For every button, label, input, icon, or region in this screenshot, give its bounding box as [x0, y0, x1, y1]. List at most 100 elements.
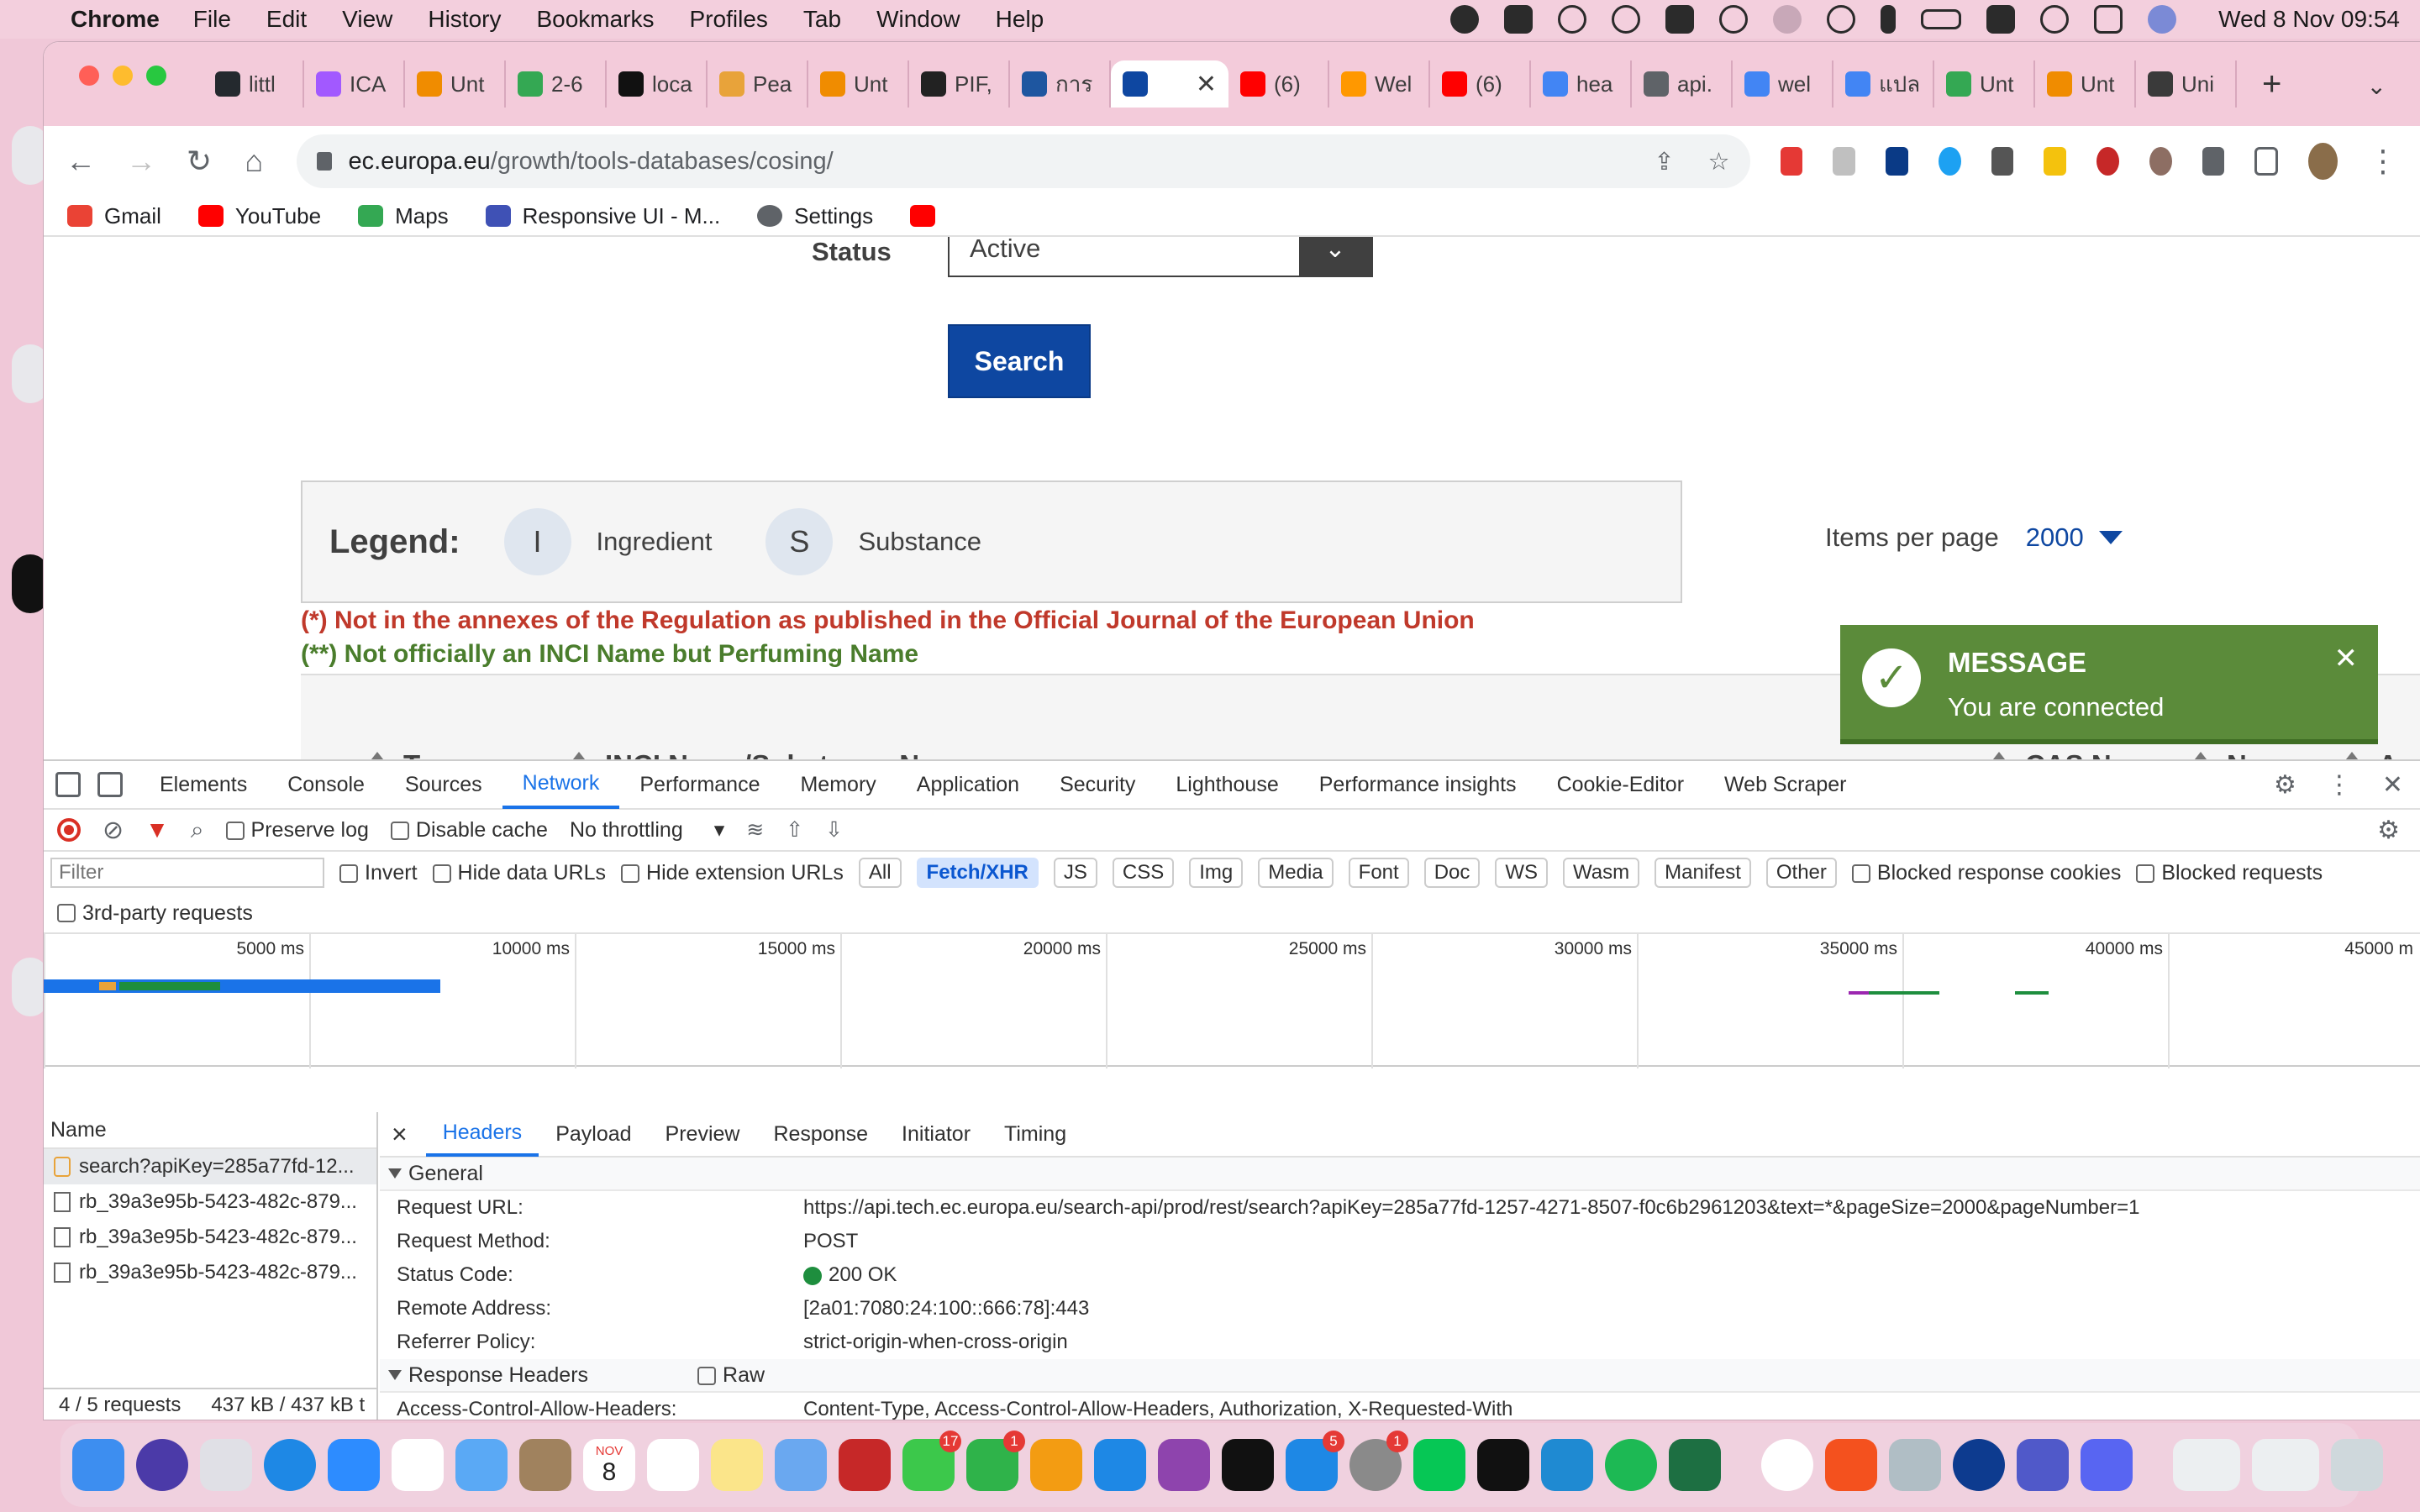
browser-tab[interactable]: wel — [1733, 60, 1833, 108]
device-toolbar-icon[interactable] — [97, 772, 123, 797]
third-party-checkbox[interactable]: 3rd-party requests — [44, 894, 2420, 932]
sync-status-icon[interactable] — [1612, 5, 1641, 34]
siri-dock-icon[interactable] — [136, 1439, 188, 1491]
devtools-tab-elements[interactable]: Elements — [139, 760, 267, 809]
type-filter-ws[interactable]: WS — [1495, 858, 1549, 888]
browser-tab[interactable]: Unt — [405, 60, 506, 108]
browser-tab[interactable]: Unt — [808, 60, 909, 108]
contacts-icon[interactable] — [519, 1439, 571, 1491]
type-filter-other[interactable]: Other — [1765, 858, 1837, 888]
new-tab-button[interactable]: + — [2262, 66, 2281, 103]
menu-tab[interactable]: Tab — [803, 6, 841, 33]
close-window-button[interactable] — [79, 66, 99, 86]
cookie-icon[interactable] — [2149, 147, 2172, 176]
play-status-icon[interactable] — [1719, 5, 1749, 34]
blocked-response-cookies-checkbox[interactable]: Blocked response cookies — [1851, 861, 2121, 885]
column-inci-name[interactable]: INCI Name/Substance Name — [570, 749, 975, 759]
close-tab-icon[interactable]: ✕ — [1196, 70, 1217, 99]
zoom-window-button[interactable] — [146, 66, 166, 86]
type-filter-manifest[interactable]: Manifest — [1655, 858, 1751, 888]
menubar-clock[interactable]: Wed 8 Nov 09:54 — [2218, 6, 2400, 33]
preview-icon[interactable] — [1889, 1439, 1941, 1491]
sort-icon[interactable] — [2343, 752, 2361, 759]
chevron-down-icon[interactable]: ⌄ — [1299, 237, 1371, 276]
type-filter-css[interactable]: CSS — [1112, 858, 1175, 888]
moon-icon[interactable] — [1773, 5, 1802, 34]
apple-tv-icon[interactable] — [1222, 1439, 1274, 1491]
battery-icon[interactable] — [1921, 9, 1962, 29]
close-detail-icon[interactable]: × — [392, 1119, 408, 1150]
type-filter-doc[interactable]: Doc — [1423, 858, 1481, 888]
menu-file[interactable]: File — [193, 6, 231, 33]
request-row[interactable]: rb_39a3e95b-5423-482c-879... — [44, 1184, 376, 1220]
raw-checkbox[interactable]: Raw — [697, 1363, 765, 1388]
request-row[interactable]: rb_39a3e95b-5423-482c-879... — [44, 1220, 376, 1255]
name-column-header[interactable]: Name — [44, 1112, 376, 1149]
devtools-tab-web-scraper[interactable]: Web Scraper — [1704, 760, 1866, 809]
app-status-icon[interactable] — [1504, 5, 1534, 34]
browser-tab[interactable]: แปล — [1833, 60, 1934, 108]
back-arrow-icon[interactable]: ← — [66, 144, 96, 179]
terminal-icon[interactable] — [1477, 1439, 1529, 1491]
devtools-tab-performance-insights[interactable]: Performance insights — [1299, 760, 1537, 809]
type-filter-img[interactable]: Img — [1189, 858, 1244, 888]
devtools-tab-console[interactable]: Console — [267, 760, 385, 809]
kebab-menu-icon[interactable]: ⋮ — [2368, 144, 2398, 179]
devtools-tab-security[interactable]: Security — [1039, 760, 1155, 809]
preserve-log-checkbox[interactable]: Preserve log — [225, 818, 369, 843]
devtools-more-icon[interactable]: ⋮ — [2327, 770, 2352, 800]
finder-icon[interactable] — [72, 1439, 124, 1491]
devtools-close-icon[interactable]: ✕ — [2382, 770, 2403, 800]
extension-hp-icon[interactable] — [1886, 147, 1908, 176]
bookmark-responsive-ui[interactable]: Responsive UI - M... — [485, 203, 720, 229]
spotlight-search-icon[interactable] — [2040, 5, 2070, 34]
browser-tab[interactable]: (6) — [1228, 60, 1329, 108]
facetime-icon[interactable]: 1 — [966, 1431, 1025, 1491]
bookmark-youtube[interactable]: YouTube — [197, 203, 321, 229]
reload-icon[interactable]: ↻ — [187, 144, 212, 179]
detail-tab-preview[interactable]: Preview — [649, 1112, 757, 1157]
disable-cache-checkbox[interactable]: Disable cache — [390, 818, 548, 843]
teamviewer-icon[interactable] — [1953, 1439, 2005, 1491]
mail-icon[interactable] — [455, 1439, 508, 1491]
devtools-tab-cookie-editor[interactable]: Cookie-Editor — [1537, 760, 1704, 809]
devtools-tab-sources[interactable]: Sources — [385, 760, 502, 809]
minimize-window-button[interactable] — [113, 66, 133, 86]
extension-star-icon[interactable] — [1938, 147, 1961, 176]
profile-avatar[interactable] — [2308, 143, 2338, 180]
tab-search-chevron-icon[interactable]: ⌄ — [2367, 72, 2386, 100]
bluetooth-icon[interactable] — [1881, 5, 1897, 34]
record-icon[interactable] — [57, 818, 81, 842]
chrome-icon[interactable] — [1761, 1439, 1813, 1491]
bookmark-gmail[interactable]: Gmail — [67, 203, 161, 229]
input-source-icon[interactable] — [1986, 5, 2016, 34]
column-ec-no[interactable]: ECNo. — [2191, 712, 2271, 759]
extension-tp-icon[interactable] — [1780, 147, 1803, 176]
export-har-icon[interactable]: ⇩ — [825, 817, 843, 843]
devtools-settings-gear-icon[interactable]: ⚙ — [2274, 770, 2296, 800]
browser-tab[interactable]: littl — [203, 60, 304, 108]
calendar-icon[interactable]: NOV 8 — [583, 1439, 635, 1491]
messages-icon[interactable]: 17 — [902, 1431, 961, 1491]
launchpad-icon[interactable] — [200, 1439, 252, 1491]
menu-help[interactable]: Help — [996, 6, 1044, 33]
browser-tab[interactable]: การ — [1010, 60, 1111, 108]
pen-app-icon[interactable] — [1825, 1439, 1877, 1491]
type-filter-fetch-xhr[interactable]: Fetch/XHR — [916, 858, 1039, 888]
status-select[interactable]: Active ⌄ — [948, 237, 1373, 277]
app-store-icon[interactable]: 5 — [1286, 1431, 1344, 1491]
photos-icon[interactable] — [392, 1439, 444, 1491]
documents-stack-icon[interactable] — [2252, 1439, 2319, 1491]
browser-tab[interactable]: Unt — [2035, 60, 2136, 108]
maps-icon[interactable] — [775, 1439, 827, 1491]
system-settings-icon[interactable]: 1 — [1349, 1431, 1408, 1491]
type-filter-media[interactable]: Media — [1258, 858, 1334, 888]
excel-icon[interactable] — [1669, 1439, 1721, 1491]
bookmark-star-icon[interactable]: ☆ — [1708, 147, 1730, 176]
clear-icon[interactable]: ⊘ — [103, 816, 124, 845]
menu-edit[interactable]: Edit — [266, 6, 307, 33]
devtools-tab-memory[interactable]: Memory — [780, 760, 896, 809]
notes-icon[interactable] — [711, 1439, 763, 1491]
siri-icon[interactable] — [2148, 5, 2177, 34]
detail-tab-payload[interactable]: Payload — [539, 1112, 648, 1157]
